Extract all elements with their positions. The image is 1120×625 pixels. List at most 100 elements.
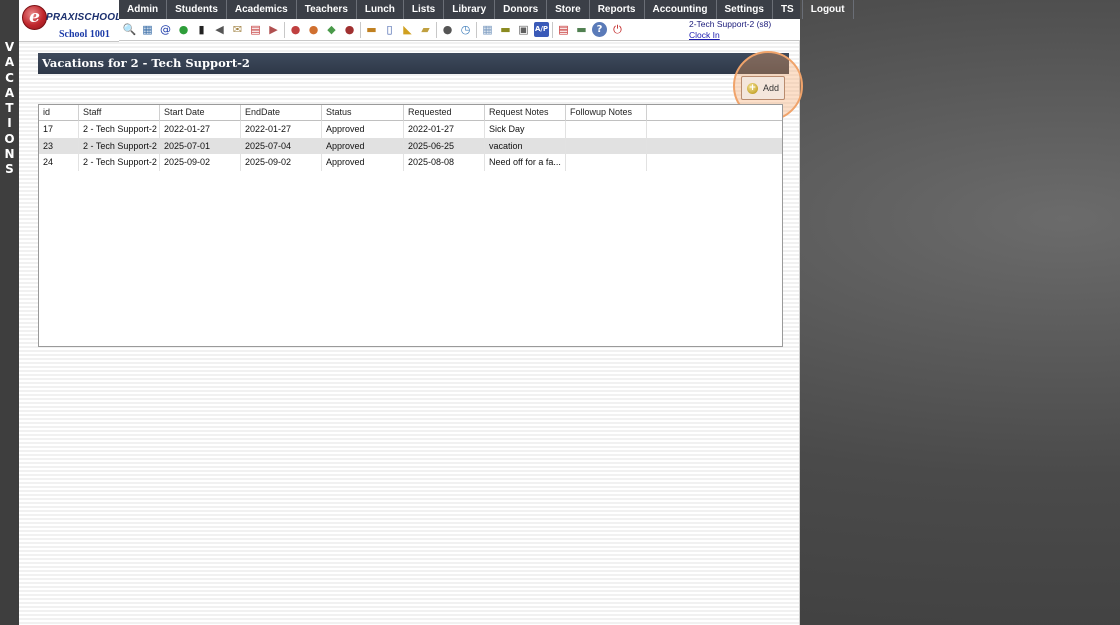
table-cell-staff: 2 - Tech Support-2	[79, 121, 160, 138]
clock-in-link[interactable]: Clock In	[689, 30, 800, 40]
nav-item-admin[interactable]: Admin	[119, 0, 168, 19]
toolbar-separator	[476, 21, 477, 38]
column-header-id[interactable]: id	[39, 105, 79, 121]
table-cell-followup-notes	[566, 137, 647, 154]
table-cell-status: Approved	[322, 137, 404, 154]
table-cell-staff: 2 - Tech Support-2	[79, 154, 160, 171]
column-header-status[interactable]: Status	[322, 105, 404, 121]
lunch-icon[interactable]: ▬	[364, 22, 379, 37]
power-icon[interactable]: ⏻	[610, 22, 625, 37]
nav-item-reports[interactable]: Reports	[590, 0, 645, 19]
table-cell-staff: 2 - Tech Support-2	[79, 137, 160, 154]
megaphone-icon[interactable]: ▶	[266, 22, 281, 37]
side-label-letter: N	[4, 147, 15, 162]
help-icon[interactable]: ?	[592, 22, 607, 37]
side-label-letter: A	[4, 85, 15, 100]
nav-item-academics[interactable]: Academics	[227, 0, 297, 19]
nav-item-settings[interactable]: Settings	[717, 0, 773, 19]
nav-item-lists[interactable]: Lists	[404, 0, 445, 19]
user-red-icon[interactable]: ●	[288, 22, 303, 37]
add-vacation-button[interactable]: + Add	[741, 76, 785, 100]
add-button-label: Add	[762, 83, 779, 93]
nav-item-donors[interactable]: Donors	[495, 0, 548, 19]
main-nav: Admin Students Academics Teachers Lunch Lists…	[119, 0, 854, 19]
column-header-enddate[interactable]: EndDate	[241, 105, 322, 121]
printer-icon[interactable]: ▣	[516, 22, 531, 37]
nav-item-ts[interactable]: TS	[773, 0, 803, 19]
school-name: School 1001	[59, 29, 110, 40]
money-icon[interactable]: ◆	[324, 22, 339, 37]
page-title-bar: Vacations for 2 - Tech Support-2	[38, 53, 789, 74]
table-cell-id: 17	[39, 121, 79, 138]
table-cell-start-date: 2022-01-27	[160, 121, 241, 138]
column-header-requested[interactable]: Requested	[404, 105, 485, 121]
side-label-letter: C	[5, 70, 14, 85]
envelope-icon[interactable]: ✉	[230, 22, 245, 37]
nav-item-lunch[interactable]: Lunch	[357, 0, 404, 19]
current-user-name: 2-Tech Support-2 (s8)	[689, 19, 772, 29]
search-icon[interactable]: 🔍	[122, 22, 137, 37]
table-cell-enddate: 2025-07-04	[241, 137, 322, 154]
column-header-start-date[interactable]: Start Date	[160, 105, 241, 121]
table-cell-id: 23	[39, 137, 79, 154]
table-cell-id: 24	[39, 154, 79, 171]
side-strip: VACATIONS	[0, 0, 19, 625]
nav-item-store[interactable]: Store	[547, 0, 590, 19]
table-icon[interactable]: ▦	[140, 22, 155, 37]
ruler-icon[interactable]: ▬	[498, 22, 513, 37]
table-cell-requested: 2025-08-08	[404, 154, 485, 171]
column-header-request-notes[interactable]: Request Notes	[485, 105, 566, 121]
nav-item-students[interactable]: Students	[167, 0, 227, 19]
chat-icon[interactable]: ●	[176, 22, 191, 37]
toolbar-separator	[552, 21, 553, 38]
user-info: 2-Tech Support-2 (s8) Clock In	[683, 19, 800, 41]
table-cell-start-date: 2025-07-01	[160, 137, 241, 154]
toolbar-separator	[436, 21, 437, 38]
email-icon[interactable]: @	[158, 22, 173, 37]
pdf-icon[interactable]: ▤	[556, 22, 571, 37]
vacations-table: id Staff Start Date EndDate Status Requested R…	[38, 104, 783, 347]
nav-item-library[interactable]: Library	[444, 0, 496, 19]
vacations-vertical-label: VACATIONS	[0, 40, 19, 178]
side-label-letter: T	[5, 101, 14, 116]
school-logo[interactable]: e PRAXISCHOOL School 1001	[19, 0, 122, 42]
column-header-followup-notes[interactable]: Followup Notes	[566, 105, 647, 121]
table-row[interactable]: 23 2 - Tech Support-2 2025-07-01 2025-07-04…	[39, 137, 782, 154]
calendar-icon[interactable]: ▤	[248, 22, 263, 37]
table-row[interactable]: 17 2 - Tech Support-2 2022-01-27 2022-01-27…	[39, 121, 782, 138]
grid-icon[interactable]: ▦	[480, 22, 495, 37]
toolbar-separator	[360, 21, 361, 38]
clock-icon[interactable]: ◷	[458, 22, 473, 37]
ap-icon[interactable]: A/P	[534, 22, 549, 37]
book-icon[interactable]: ▯	[382, 22, 397, 37]
add-plus-icon: +	[746, 82, 758, 94]
nav-item-accounting[interactable]: Accounting	[645, 0, 717, 19]
table-cell-request-notes: Need off for a fa...	[485, 154, 566, 171]
column-header-staff[interactable]: Staff	[79, 105, 160, 121]
table-cell-status: Approved	[322, 121, 404, 138]
speaker-icon[interactable]: ◀	[212, 22, 227, 37]
tag-icon[interactable]: ◣	[400, 22, 415, 37]
table-cell-start-date: 2025-09-02	[160, 154, 241, 171]
nav-item-teachers[interactable]: Teachers	[297, 0, 357, 19]
table-cell-status: Approved	[322, 154, 404, 171]
side-label-letter: V	[4, 40, 15, 54]
table-cell-request-notes: Sick Day	[485, 121, 566, 138]
table-header: id Staff Start Date EndDate Status Requested R…	[39, 105, 782, 121]
users-icon[interactable]: ●	[342, 22, 357, 37]
cash-icon[interactable]: ▬	[574, 22, 589, 37]
logo-brand-text: PRAXISCHOOL	[46, 12, 122, 23]
table-cell-request-notes: vacation	[485, 137, 566, 154]
mobile-icon[interactable]: ▮	[194, 22, 209, 37]
user-orange-icon[interactable]: ●	[306, 22, 321, 37]
nav-item-logout[interactable]: Logout	[803, 0, 854, 19]
app-window: e PRAXISCHOOL School 1001 Admin Students A…	[19, 0, 854, 625]
side-label-letter: S	[5, 162, 14, 177]
table-body: 17 2 - Tech Support-2 2022-01-27 2022-01-27…	[39, 121, 782, 171]
table-cell-followup-notes	[566, 154, 647, 171]
table-row[interactable]: 24 2 - Tech Support-2 2025-09-02 2025-09-02…	[39, 154, 782, 171]
page-title: Vacations for 2 - Tech Support-2	[42, 56, 250, 70]
ticket-icon[interactable]: ▰	[418, 22, 433, 37]
table-cell-requested: 2025-06-25	[404, 137, 485, 154]
staff-icon[interactable]: ●	[440, 22, 455, 37]
